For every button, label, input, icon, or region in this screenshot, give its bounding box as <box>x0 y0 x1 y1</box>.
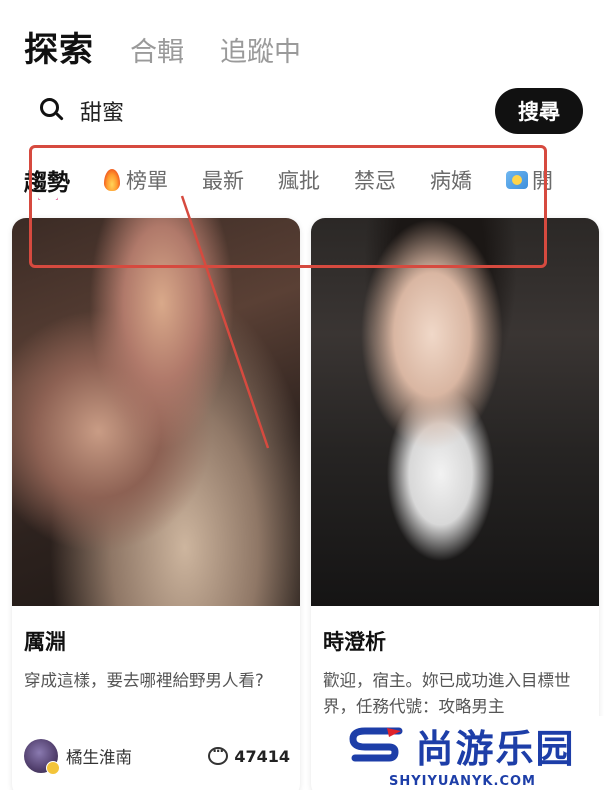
search-button[interactable]: 搜尋 <box>495 88 583 134</box>
watermark-main: 尚游乐园 <box>349 718 575 773</box>
card-footer: 橘生淮南 47414 <box>24 738 290 775</box>
comment-count: 47414 <box>208 744 290 766</box>
category-label: 最新 <box>202 169 244 193</box>
category-yandere[interactable]: 病嬌 <box>430 165 472 195</box>
category-label: 禁忌 <box>354 169 396 193</box>
avatar[interactable] <box>24 739 60 775</box>
tab-following[interactable]: 追蹤中 <box>220 30 301 69</box>
brand-logo-icon <box>349 725 405 765</box>
tab-collections[interactable]: 合輯 <box>130 30 184 69</box>
category-latest[interactable]: 最新 <box>202 165 244 195</box>
category-ranking[interactable]: 榜單 <box>104 165 168 195</box>
category-more[interactable]: 開 <box>506 165 553 195</box>
character-card[interactable]: 時澄析 歡迎，宿主。妳已成功進入目標世界，任務代號：攻略男主 <box>311 218 599 790</box>
author-name[interactable]: 橘生淮南 <box>66 744 132 768</box>
flame-icon <box>104 169 120 191</box>
category-label: 開 <box>532 169 553 193</box>
search-icon <box>40 98 66 124</box>
character-card[interactable]: 厲淵 穿成這樣，要去哪裡給野男人看? 橘生淮南 47414 <box>12 218 300 790</box>
vip-icon <box>46 761 60 775</box>
category-tabs: 趨勢 榜單 最新 瘋批 禁忌 病嬌 開 <box>24 160 607 200</box>
character-description: 歡迎，宿主。妳已成功進入目標世界，任務代號：攻略男主 <box>323 671 571 716</box>
character-description: 穿成這樣，要去哪裡給野男人看? <box>24 671 264 690</box>
category-trending[interactable]: 趨勢 <box>24 163 70 197</box>
badge-icon <box>506 171 528 189</box>
category-label: 瘋批 <box>278 169 320 193</box>
comment-icon <box>208 744 229 765</box>
character-image <box>311 218 599 606</box>
comment-count-value: 47414 <box>234 746 290 766</box>
watermark: 尚游乐园 SHYIYUANYK.COM <box>318 716 607 790</box>
category-label: 病嬌 <box>430 169 472 193</box>
top-tab-bar: 探索 合輯 追蹤中 <box>24 22 301 71</box>
character-name: 時澄析 <box>323 630 386 654</box>
tab-explore[interactable]: 探索 <box>24 22 94 71</box>
category-crazy[interactable]: 瘋批 <box>278 165 320 195</box>
character-name: 厲淵 <box>24 630 66 654</box>
character-image <box>12 218 300 606</box>
category-label: 榜單 <box>126 169 168 193</box>
search-bar: 搜尋 <box>24 88 583 134</box>
watermark-url: SHYIYUANYK.COM <box>389 773 536 789</box>
category-label: 趨勢 <box>24 170 70 196</box>
active-indicator <box>38 197 58 200</box>
watermark-text: 尚游乐园 <box>415 726 576 771</box>
category-taboo[interactable]: 禁忌 <box>354 165 396 195</box>
